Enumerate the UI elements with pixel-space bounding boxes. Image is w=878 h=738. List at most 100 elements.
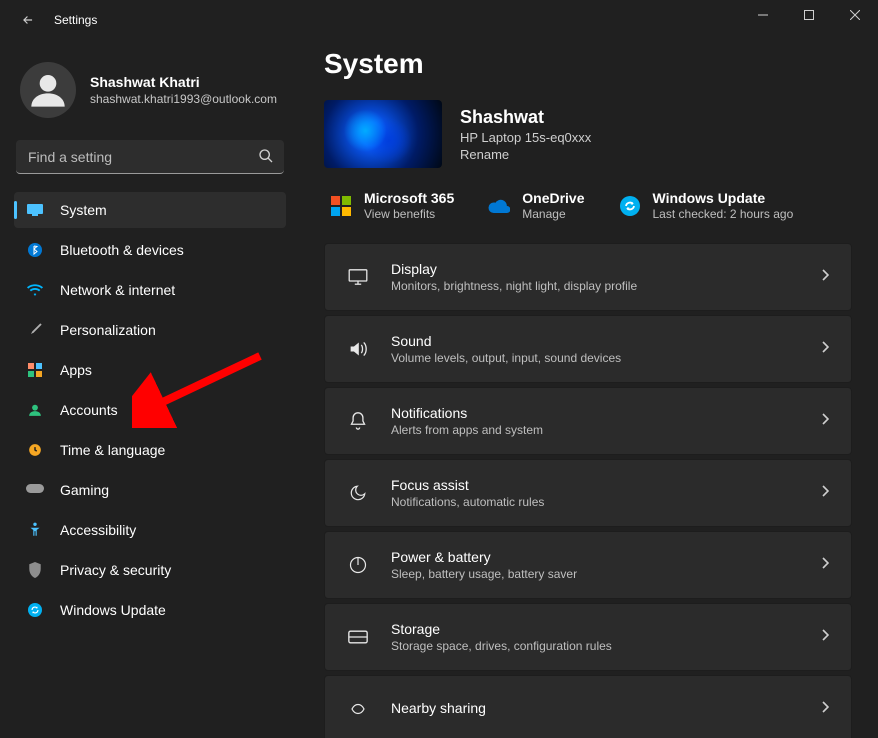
chevron-right-icon	[821, 484, 829, 502]
nav-item-accounts[interactable]: Accounts	[14, 392, 286, 428]
brush-icon	[26, 321, 44, 339]
setting-item-storage[interactable]: Storage Storage space, drives, configurat…	[324, 603, 852, 671]
search-input[interactable]	[16, 140, 284, 174]
nav-item-time-language[interactable]: Time & language	[14, 432, 286, 468]
shield-icon	[26, 561, 44, 579]
search-box	[16, 140, 284, 174]
chevron-right-icon	[821, 700, 829, 718]
maximize-button[interactable]	[786, 0, 832, 30]
setting-desc: Alerts from apps and system	[391, 423, 543, 437]
user-name: Shashwat Khatri	[90, 74, 277, 90]
nav-item-label: Apps	[60, 362, 92, 378]
sound-icon	[347, 340, 369, 358]
setting-item-display[interactable]: Display Monitors, brightness, night light…	[324, 243, 852, 311]
setting-title: Display	[391, 261, 637, 277]
nav-item-bluetooth-devices[interactable]: Bluetooth & devices	[14, 232, 286, 268]
back-button[interactable]	[12, 4, 44, 36]
onedrive-icon	[488, 195, 510, 217]
nav-item-personalization[interactable]: Personalization	[14, 312, 286, 348]
nav-item-label: Accessibility	[60, 522, 136, 538]
setting-item-focus-assist[interactable]: Focus assistNotifications, automatic rul…	[324, 459, 852, 527]
setting-title: Notifications	[391, 405, 543, 421]
update-icon	[26, 601, 44, 619]
service-subtitle: Manage	[522, 207, 584, 221]
chevron-right-icon	[821, 628, 829, 646]
wupdate-icon	[619, 195, 641, 217]
service-wupdate[interactable]: Windows UpdateLast checked: 2 hours ago	[619, 190, 794, 221]
window-title: Settings	[54, 13, 97, 27]
setting-item-sound[interactable]: Sound Volume levels, output, input, sound…	[324, 315, 852, 383]
nav-item-label: Accounts	[60, 402, 118, 418]
setting-item-power-battery[interactable]: Power & battery Sleep, battery usage, bat…	[324, 531, 852, 599]
setting-title: Power & battery	[391, 549, 577, 565]
nav-item-windows-update[interactable]: Windows Update	[14, 592, 286, 628]
service-subtitle: View benefits	[364, 207, 454, 221]
storage-icon	[347, 630, 369, 644]
sidebar: Shashwat Khatri shashwat.khatri1993@outl…	[0, 40, 300, 738]
settings-list: Display Monitors, brightness, night light…	[324, 243, 852, 738]
titlebar: Settings	[0, 0, 878, 40]
ms365-icon	[330, 195, 352, 217]
nav-item-gaming[interactable]: Gaming	[14, 472, 286, 508]
device-rename-link[interactable]: Rename	[460, 147, 591, 162]
avatar	[20, 62, 76, 118]
search-icon	[258, 148, 274, 169]
bell-icon	[347, 411, 369, 431]
device-thumbnail[interactable]	[324, 100, 442, 168]
setting-item-nearby-sharing[interactable]: Nearby sharing	[324, 675, 852, 738]
game-icon	[26, 481, 44, 499]
minimize-button[interactable]	[740, 0, 786, 30]
service-ms365[interactable]: Microsoft 365View benefits	[330, 190, 454, 221]
window-controls	[740, 0, 878, 30]
nav-item-label: Gaming	[60, 482, 109, 498]
person-icon	[26, 401, 44, 419]
device-name: Shashwat	[460, 107, 591, 128]
service-title: Microsoft 365	[364, 190, 454, 206]
setting-desc: Monitors, brightness, night light, displ…	[391, 279, 637, 293]
display-icon	[347, 269, 369, 285]
setting-title: Sound	[391, 333, 621, 349]
user-email: shashwat.khatri1993@outlook.com	[90, 92, 277, 106]
nav-item-label: Personalization	[60, 322, 156, 338]
service-onedrive[interactable]: OneDriveManage	[488, 190, 584, 221]
nav-item-label: System	[60, 202, 107, 218]
nav-item-label: Network & internet	[60, 282, 175, 298]
access-icon	[26, 521, 44, 539]
close-button[interactable]	[832, 0, 878, 30]
chevron-right-icon	[821, 412, 829, 430]
nav-item-accessibility[interactable]: Accessibility	[14, 512, 286, 548]
nav-item-system[interactable]: System	[14, 192, 286, 228]
setting-item-notifications[interactable]: Notifications Alerts from apps and system	[324, 387, 852, 455]
device-row: Shashwat HP Laptop 15s-eq0xxx Rename	[324, 100, 852, 168]
services-row: Microsoft 365View benefits OneDriveManage…	[324, 190, 852, 221]
main-panel: System Shashwat HP Laptop 15s-eq0xxx Ren…	[300, 40, 878, 738]
nav: System Bluetooth & devices Network & inter…	[14, 192, 286, 628]
user-block[interactable]: Shashwat Khatri shashwat.khatri1993@outl…	[14, 40, 286, 134]
wifi-icon	[26, 281, 44, 299]
service-title: OneDrive	[522, 190, 584, 206]
nav-item-network-internet[interactable]: Network & internet	[14, 272, 286, 308]
setting-desc: Storage space, drives, configuration rul…	[391, 639, 612, 653]
nav-item-label: Privacy & security	[60, 562, 171, 578]
moon-icon	[347, 484, 369, 502]
setting-desc: Sleep, battery usage, battery saver	[391, 567, 577, 581]
chevron-right-icon	[821, 268, 829, 286]
clock-icon	[26, 441, 44, 459]
nav-item-privacy-security[interactable]: Privacy & security	[14, 552, 286, 588]
setting-desc: Volume levels, output, input, sound devi…	[391, 351, 621, 365]
share-icon	[347, 700, 369, 718]
setting-title: Storage	[391, 621, 612, 637]
chevron-right-icon	[821, 340, 829, 358]
nav-item-label: Time & language	[60, 442, 165, 458]
setting-title: Focus assist	[391, 477, 544, 493]
service-subtitle: Last checked: 2 hours ago	[653, 207, 794, 221]
setting-title: Nearby sharing	[391, 700, 486, 716]
nav-item-label: Windows Update	[60, 602, 166, 618]
bluetooth-icon	[26, 241, 44, 259]
apps-icon	[26, 361, 44, 379]
device-model: HP Laptop 15s-eq0xxx	[460, 130, 591, 145]
page-title: System	[324, 48, 852, 80]
nav-item-label: Bluetooth & devices	[60, 242, 184, 258]
service-title: Windows Update	[653, 190, 794, 206]
nav-item-apps[interactable]: Apps	[14, 352, 286, 388]
